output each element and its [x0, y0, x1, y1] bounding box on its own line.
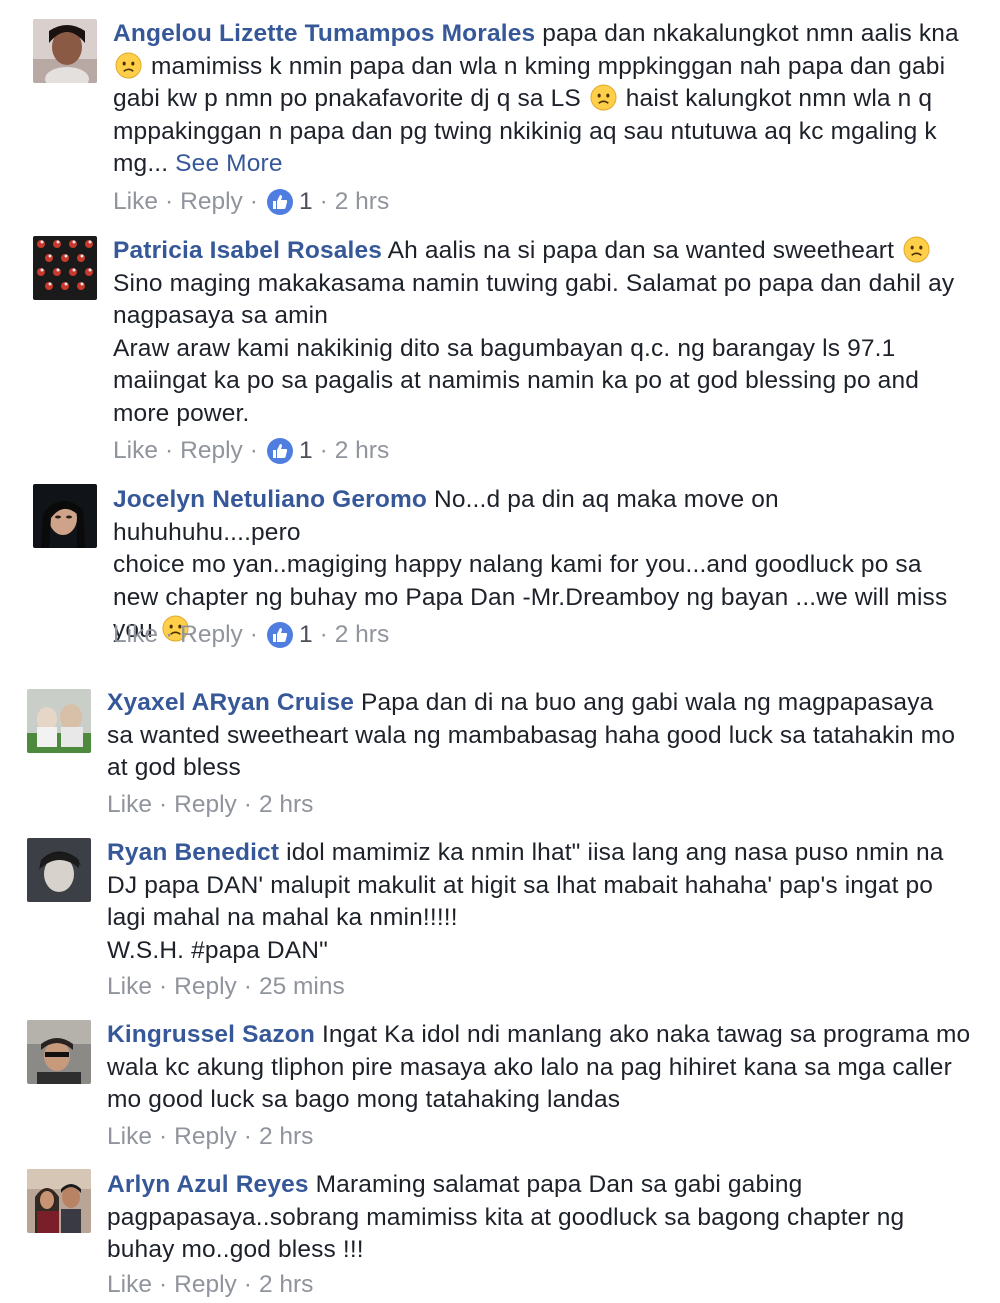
- avatar[interactable]: [27, 1169, 91, 1233]
- separator: ·: [164, 621, 174, 648]
- comment-author[interactable]: Ryan Benedict: [107, 839, 279, 866]
- reaction-count[interactable]: 1: [299, 620, 313, 650]
- sad-emoji-icon: [115, 51, 142, 79]
- comment-text: gabi kw p nmn po pnakafavorite dj q sa L…: [113, 85, 588, 112]
- comment-text: Sino maging makakasama namin tuwing gabi…: [113, 269, 955, 297]
- separator: ·: [158, 1123, 168, 1150]
- comment-text: new chapter ng buhay mo Papa Dan -Mr.Dre…: [113, 583, 948, 611]
- avatar[interactable]: [27, 838, 91, 902]
- comment-timestamp[interactable]: 2 hrs: [335, 436, 389, 466]
- comment-text: Araw araw kami nakikinig dito sa bagumba…: [113, 334, 896, 362]
- comment-text: Maraming salamat papa Dan sa gabi gabing: [308, 1171, 803, 1198]
- comment-text: maiingat ka po sa pagalis at namimis nam…: [113, 367, 920, 394]
- separator: ·: [319, 621, 328, 648]
- reply-button[interactable]: Reply: [174, 972, 237, 1002]
- comment-author[interactable]: Patricia Isabel Rosales: [113, 237, 382, 264]
- comment-timestamp[interactable]: 2 hrs: [259, 1270, 313, 1300]
- thumbs-up-icon[interactable]: [266, 438, 293, 464]
- like-button[interactable]: Like: [107, 972, 152, 1002]
- comment-author[interactable]: Angelou Lizette Tumampos Morales: [113, 20, 535, 47]
- comment-author[interactable]: Xyaxel ARyan Cruise: [107, 689, 354, 716]
- thumbs-up-icon[interactable]: [266, 622, 293, 648]
- separator: ·: [164, 437, 174, 464]
- comment-text: pagpapasaya..sobrang mamimiss kita at go…: [107, 1203, 905, 1231]
- comment-text: Papa dan di na buo ang gabi wala ng magp…: [354, 689, 934, 716]
- separator: ·: [158, 791, 168, 818]
- comment-text: Ingat Ka idol ndi manlang ako naka tawag…: [314, 1021, 971, 1048]
- comment-text: idol mamimiz ka nmin lhat" iisa lang ang…: [279, 839, 944, 866]
- comment-timestamp[interactable]: 2 hrs: [335, 187, 389, 217]
- reply-button[interactable]: Reply: [174, 1270, 237, 1300]
- reply-button[interactable]: Reply: [174, 790, 237, 820]
- comment-author[interactable]: Jocelyn Netuliano Geromo: [113, 486, 427, 513]
- comment-text: DJ papa DAN' malupit makulit at higit sa…: [107, 871, 934, 899]
- separator: ·: [243, 791, 252, 818]
- comment-text: sa wanted sweetheart wala ng mambabasag …: [107, 721, 956, 749]
- sad-emoji-icon: [903, 236, 930, 263]
- comment-thread: Angelou Lizette Tumampos Morales papa da…: [0, 0, 1000, 1303]
- comment-text: papa dan nkakalungkot nmn aalis kna: [535, 20, 959, 47]
- avatar[interactable]: [27, 1020, 91, 1084]
- separator: ·: [319, 437, 328, 464]
- separator: ·: [249, 188, 258, 215]
- comment-text: nagpasaya sa amin: [113, 302, 329, 329]
- separator: ·: [249, 621, 258, 648]
- separator: ·: [243, 973, 252, 1000]
- reaction-count[interactable]: 1: [299, 187, 313, 217]
- reply-button[interactable]: Reply: [180, 187, 243, 217]
- like-button[interactable]: Like: [107, 790, 152, 820]
- like-button[interactable]: Like: [107, 1270, 152, 1300]
- avatar[interactable]: [33, 19, 97, 83]
- comment-text: mamimiss k nmin papa dan wla n kming mpp…: [144, 52, 946, 80]
- comment-text: buhay mo..god bless !!!: [107, 1236, 364, 1263]
- reply-button[interactable]: Reply: [180, 436, 243, 466]
- comment-text: choice mo yan..magiging happy nalang kam…: [113, 551, 922, 578]
- comment-timestamp[interactable]: 2 hrs: [259, 790, 313, 820]
- comment-author[interactable]: Kingrussel Sazon: [107, 1021, 315, 1048]
- sad-emoji-icon: [590, 84, 617, 111]
- separator: ·: [319, 188, 328, 215]
- separator: ·: [243, 1271, 252, 1298]
- comment-text: Ah aalis na si papa dan sa wanted sweeth…: [382, 237, 902, 264]
- separator: ·: [158, 1271, 168, 1298]
- separator: ·: [243, 1123, 252, 1150]
- separator: ·: [158, 973, 168, 1000]
- comment-author[interactable]: Arlyn Azul Reyes: [107, 1171, 309, 1198]
- comment-text: mppakinggan n papa dan pg twing nkikinig…: [113, 117, 937, 145]
- avatar[interactable]: [33, 484, 97, 548]
- avatar[interactable]: [33, 236, 97, 300]
- like-button[interactable]: Like: [113, 436, 158, 466]
- avatar[interactable]: [27, 689, 91, 753]
- like-button[interactable]: Like: [107, 1122, 152, 1152]
- separator: ·: [164, 188, 174, 215]
- comment-text: at god bless: [107, 754, 241, 781]
- comment-text: wala kc akung tliphon pire masaya ako la…: [107, 1053, 952, 1081]
- thumbs-up-icon[interactable]: [266, 189, 293, 215]
- separator: ·: [249, 437, 258, 464]
- comment-text: more power.: [113, 399, 250, 427]
- comment-text: W.S.H. #papa DAN": [107, 936, 328, 964]
- comment-text: lagi mahal na mahal ka nmin!!!!!: [107, 904, 458, 931]
- see-more-link[interactable]: See More: [175, 150, 282, 177]
- reply-button[interactable]: Reply: [174, 1122, 237, 1152]
- comment-timestamp[interactable]: 2 hrs: [335, 620, 389, 650]
- comment-timestamp[interactable]: 25 mins: [259, 972, 345, 1002]
- comment-timestamp[interactable]: 2 hrs: [259, 1122, 313, 1152]
- comment-text: mg...: [113, 150, 176, 177]
- like-button[interactable]: Like: [113, 620, 158, 650]
- reply-button[interactable]: Reply: [180, 620, 243, 650]
- comment-text: haist kalungkot nmn wla n q: [618, 85, 933, 112]
- reaction-count[interactable]: 1: [299, 436, 313, 466]
- like-button[interactable]: Like: [113, 187, 158, 217]
- comment-text: mo good luck sa bago mong tatahaking lan…: [107, 1086, 621, 1113]
